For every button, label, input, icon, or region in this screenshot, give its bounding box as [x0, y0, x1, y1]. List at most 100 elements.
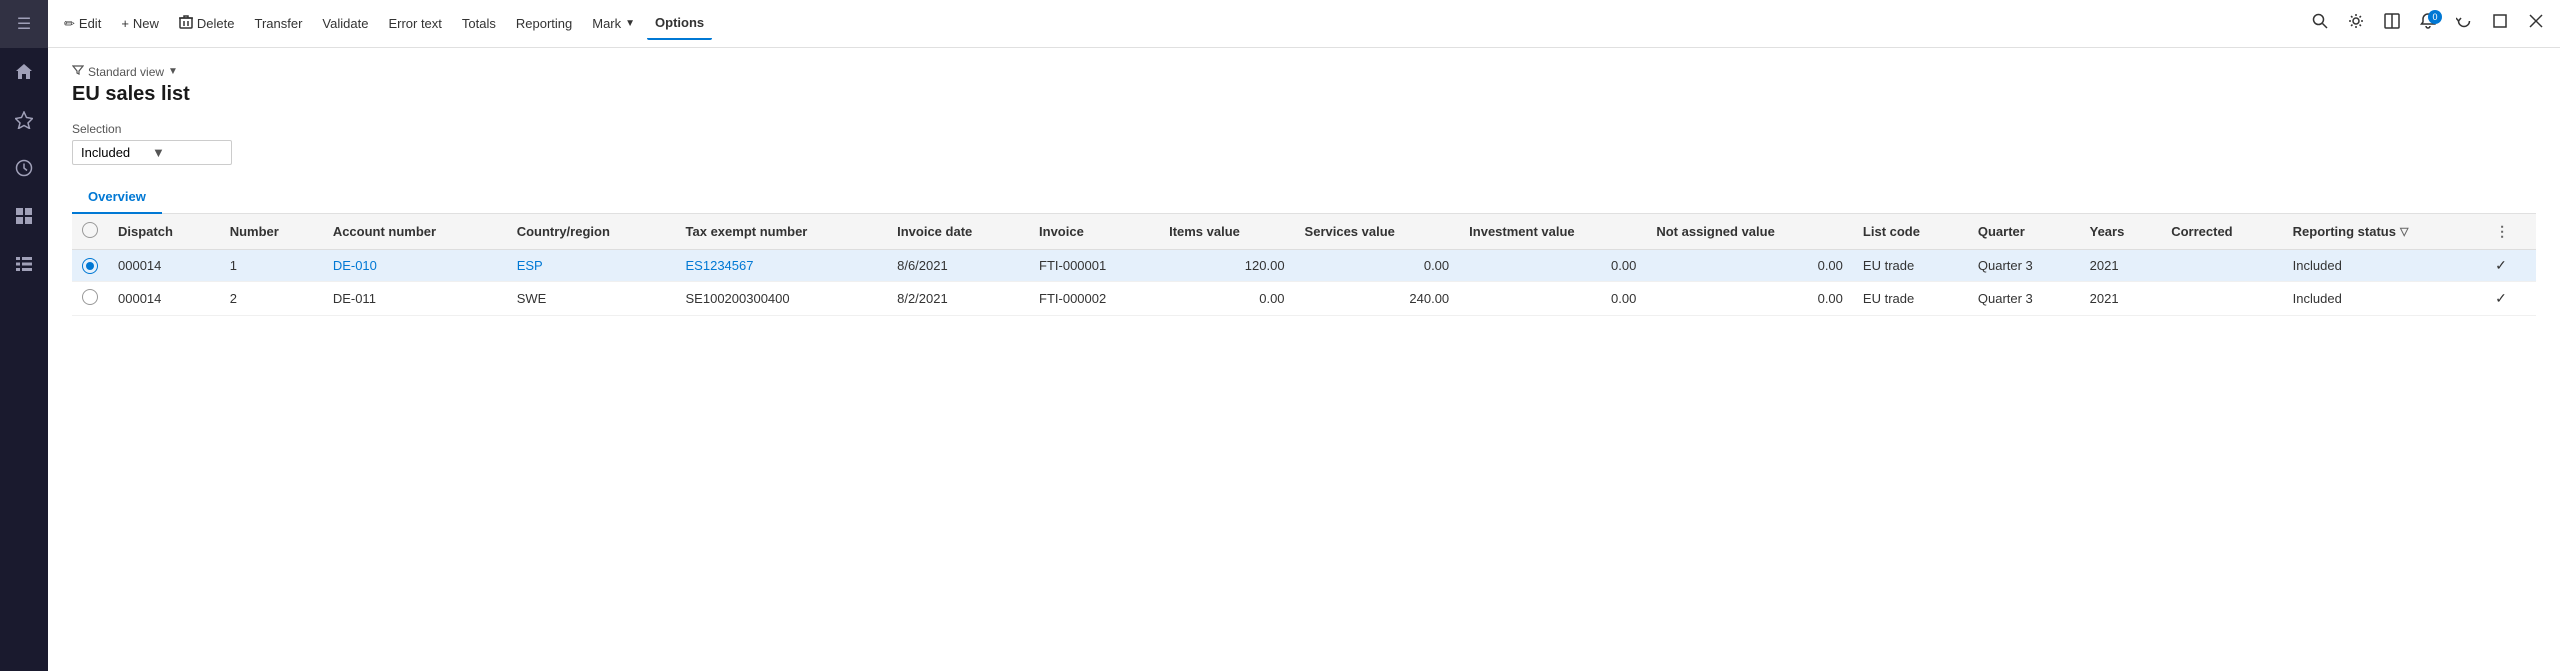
- new-plus-icon: +: [121, 16, 129, 31]
- cell-number-2: 2: [220, 282, 323, 316]
- th-items-value[interactable]: Items value: [1159, 214, 1294, 250]
- th-corrected[interactable]: Corrected: [2161, 214, 2282, 250]
- th-list-code[interactable]: List code: [1853, 214, 1968, 250]
- cell-dispatch-2: 000014: [108, 282, 220, 316]
- layout-button[interactable]: [2376, 8, 2408, 40]
- sidebar: ☰: [0, 0, 48, 671]
- cell-services-value-1: 0.00: [1295, 250, 1460, 282]
- cell-quarter-2: Quarter 3: [1968, 282, 2080, 316]
- th-services-value[interactable]: Services value: [1295, 214, 1460, 250]
- content-area: Standard view ▼ EU sales list Selection …: [48, 48, 2560, 671]
- filter-icon: [72, 64, 84, 79]
- close-button[interactable]: [2520, 8, 2552, 40]
- th-dispatch[interactable]: Dispatch: [108, 214, 220, 250]
- transfer-button[interactable]: Transfer: [247, 8, 311, 40]
- th-years[interactable]: Years: [2080, 214, 2162, 250]
- refresh-button[interactable]: [2448, 8, 2480, 40]
- row-select-1[interactable]: [72, 250, 108, 282]
- view-chevron-icon: ▼: [168, 66, 178, 77]
- th-more[interactable]: ⋮: [2485, 214, 2536, 250]
- hamburger-icon[interactable]: ☰: [0, 0, 48, 48]
- error-text-button[interactable]: Error text: [380, 8, 449, 40]
- edit-button[interactable]: ✏ Edit: [56, 8, 109, 40]
- cell-services-value-2: 240.00: [1295, 282, 1460, 316]
- cell-country-1[interactable]: ESP: [507, 250, 676, 282]
- notification-badge: 0: [2428, 10, 2442, 24]
- search-toolbar-button[interactable]: [2304, 8, 2336, 40]
- cell-items-value-1: 120.00: [1159, 250, 1294, 282]
- th-account-number[interactable]: Account number: [323, 214, 507, 250]
- cell-investment-value-1: 0.00: [1459, 250, 1646, 282]
- overview-tab[interactable]: Overview: [72, 181, 162, 214]
- validate-button[interactable]: Validate: [314, 8, 376, 40]
- cell-check-2: ✓: [2485, 282, 2536, 316]
- options-button[interactable]: Options: [647, 8, 712, 40]
- settings-icon: [2348, 13, 2364, 34]
- cell-reporting-status-2: Included: [2283, 282, 2486, 316]
- cell-corrected-2: [2161, 282, 2282, 316]
- star-icon[interactable]: [0, 96, 48, 144]
- new-button[interactable]: + New: [113, 8, 167, 40]
- cell-corrected-1: [2161, 250, 2282, 282]
- page-title: EU sales list: [72, 83, 2536, 106]
- totals-button[interactable]: Totals: [454, 8, 504, 40]
- th-reporting-status[interactable]: Reporting status ▽: [2283, 214, 2486, 250]
- cell-country-2: SWE: [507, 282, 676, 316]
- delete-icon: [179, 15, 193, 32]
- maximize-button[interactable]: [2484, 8, 2516, 40]
- selection-chevron-icon: ▼: [152, 145, 223, 160]
- selection-value: Included: [81, 145, 152, 160]
- cell-invoice-date-2: 8/2/2021: [887, 282, 1029, 316]
- cell-years-2: 2021: [2080, 282, 2162, 316]
- cell-invoice-2: FTI-000002: [1029, 282, 1159, 316]
- selection-dropdown[interactable]: Included ▼: [72, 140, 232, 165]
- settings-button[interactable]: [2340, 8, 2372, 40]
- reporting-status-filter-icon[interactable]: ▽: [2400, 225, 2408, 238]
- refresh-icon: [2456, 13, 2472, 34]
- delete-button[interactable]: Delete: [171, 8, 243, 40]
- table-row[interactable]: 000014 2 DE-011 SWE SE100200300400 8/2/2…: [72, 282, 2536, 316]
- cell-invoice-date-1: 8/6/2021: [887, 250, 1029, 282]
- th-country[interactable]: Country/region: [507, 214, 676, 250]
- edit-icon: ✏: [64, 16, 75, 32]
- cell-not-assigned-1: 0.00: [1646, 250, 1853, 282]
- th-quarter[interactable]: Quarter: [1968, 214, 2080, 250]
- selection-label: Selection: [72, 122, 2536, 136]
- cell-number-1: 1: [220, 250, 323, 282]
- clock-icon[interactable]: [0, 144, 48, 192]
- notification-button[interactable]: 0: [2412, 8, 2444, 40]
- th-select: [72, 214, 108, 250]
- cell-account-1[interactable]: DE-010: [323, 250, 507, 282]
- close-icon: [2529, 14, 2543, 33]
- th-not-assigned[interactable]: Not assigned value: [1646, 214, 1853, 250]
- table-row[interactable]: 000014 1 DE-010 ESP ES1234567 8/6/2021 F…: [72, 250, 2536, 282]
- cell-invoice-1: FTI-000001: [1029, 250, 1159, 282]
- list-icon[interactable]: [0, 240, 48, 288]
- th-number[interactable]: Number: [220, 214, 323, 250]
- cell-years-1: 2021: [2080, 250, 2162, 282]
- column-more-icon[interactable]: ⋮: [2495, 223, 2509, 239]
- grid-icon[interactable]: [0, 192, 48, 240]
- search-icon: [2312, 13, 2328, 34]
- cell-tax-1[interactable]: ES1234567: [676, 250, 888, 282]
- th-invoice[interactable]: Invoice: [1029, 214, 1159, 250]
- th-invoice-date[interactable]: Invoice date: [887, 214, 1029, 250]
- row-select-2[interactable]: [72, 282, 108, 316]
- toolbar-right: 0: [2304, 8, 2552, 40]
- cell-list-code-1: EU trade: [1853, 250, 1968, 282]
- tabs-container: Overview: [72, 181, 2536, 214]
- maximize-icon: [2492, 13, 2508, 34]
- table-container: Dispatch Number Account number Country/r…: [72, 214, 2536, 655]
- th-investment-value[interactable]: Investment value: [1459, 214, 1646, 250]
- mark-button[interactable]: Mark ▼: [584, 8, 643, 40]
- th-tax-exempt[interactable]: Tax exempt number: [676, 214, 888, 250]
- toolbar: ✏ Edit + New Delete Transfer Validate Er…: [48, 0, 2560, 48]
- cell-account-2: DE-011: [323, 282, 507, 316]
- layout-icon: [2384, 13, 2400, 34]
- main-area: ✏ Edit + New Delete Transfer Validate Er…: [48, 0, 2560, 671]
- reporting-button[interactable]: Reporting: [508, 8, 580, 40]
- view-selector[interactable]: Standard view ▼: [72, 64, 2536, 79]
- check-icon: ✓: [2495, 257, 2507, 273]
- home-icon[interactable]: [0, 48, 48, 96]
- cell-check-1: ✓: [2485, 250, 2536, 282]
